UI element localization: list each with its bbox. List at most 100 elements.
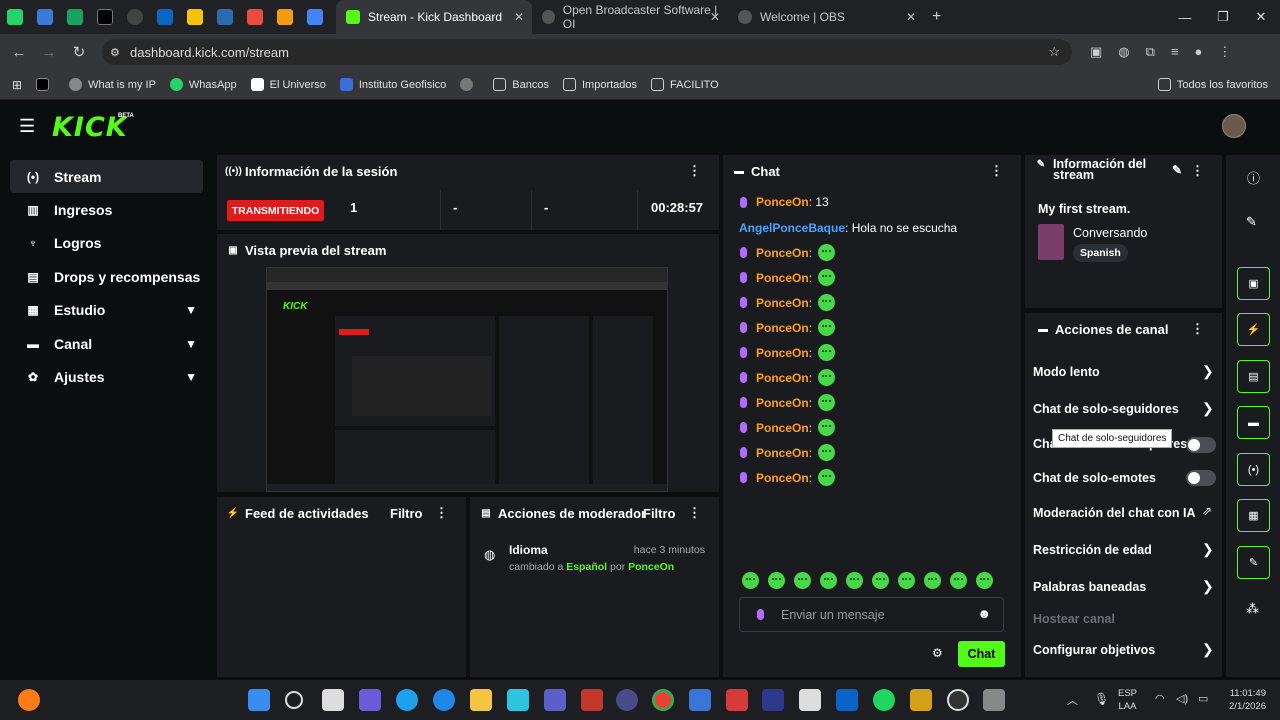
tab-kick-dashboard[interactable]: Stream - Kick Dashboard ✕ — [336, 0, 532, 34]
chat-username[interactable]: PonceOn — [756, 321, 809, 335]
edit-icon[interactable]: ✎ — [1246, 214, 1257, 230]
pinned-tab[interactable] — [60, 0, 90, 34]
taskbar-app-icon[interactable] — [910, 689, 932, 711]
chat-username[interactable]: AngelPonceBaque — [739, 221, 845, 235]
pinned-tab[interactable] — [30, 0, 60, 34]
sidebar-item-canal[interactable]: ▬ Canal ▼ — [10, 327, 203, 360]
emote-icon[interactable] — [924, 572, 941, 589]
action-banned-words[interactable]: Palabras baneadas — [1033, 580, 1146, 594]
pinned-tab[interactable] — [270, 0, 300, 34]
chat-message[interactable]: PonceOn: — [740, 469, 836, 486]
close-icon[interactable]: ✕ — [906, 10, 916, 24]
bookmark[interactable]: El Universo — [250, 78, 326, 91]
more-options-icon[interactable]: ⋮ — [1191, 163, 1204, 179]
sidebar-item-estudio[interactable]: ▦ Estudio ▼ — [10, 294, 203, 327]
sidebar-item-ajustes[interactable]: ✿ Ajustes ▼ — [10, 360, 203, 393]
close-icon[interactable]: ✕ — [710, 10, 720, 24]
chat-username[interactable]: PonceOn — [756, 396, 809, 410]
kick-logo[interactable]: KICK — [52, 112, 128, 143]
profile-avatar[interactable]: ● — [1195, 44, 1203, 60]
battery-icon[interactable]: ▭ — [1198, 692, 1208, 705]
emote-icon[interactable] — [898, 572, 915, 589]
chat-message[interactable]: PonceOn: — [740, 319, 836, 336]
sidebar-item-stream[interactable]: (•) Stream — [10, 160, 203, 194]
pinned-tab[interactable] — [240, 0, 270, 34]
anydesk-icon[interactable] — [726, 689, 748, 711]
chat-send-button[interactable]: Chat — [958, 641, 1005, 667]
chat-message[interactable]: PonceOn: — [740, 369, 836, 386]
globe-icon[interactable]: ◍ — [1118, 44, 1129, 60]
quick-action-chat[interactable]: ▬ — [1237, 406, 1270, 439]
pinned-tab[interactable] — [210, 0, 240, 34]
site-info-icon[interactable]: ⚙ — [110, 46, 120, 59]
maximize-icon[interactable]: ❐ — [1204, 0, 1242, 34]
stream-preview-video[interactable]: KICK — [266, 267, 668, 492]
user-avatar[interactable] — [1222, 114, 1246, 138]
pinned-tab[interactable] — [150, 0, 180, 34]
edit-icon[interactable]: ✎ — [1172, 163, 1182, 177]
teams-icon[interactable] — [544, 689, 566, 711]
menu-icon[interactable]: ⋮ — [1218, 44, 1231, 60]
taskbar-app-icon[interactable] — [799, 689, 821, 711]
copilot-icon[interactable] — [359, 689, 381, 711]
mic-icon[interactable]: 🎙 — [1094, 692, 1109, 706]
chat-username[interactable]: PonceOn — [756, 271, 809, 285]
bookmark[interactable]: WhasApp — [169, 78, 237, 91]
chat-input[interactable]: Enviar un mensaje ☻ — [739, 597, 1004, 632]
search-icon[interactable] — [285, 691, 303, 709]
chat-username[interactable]: PonceOn — [756, 421, 809, 435]
event-user[interactable]: PonceOn — [628, 561, 674, 573]
emote-icon[interactable] — [768, 572, 785, 589]
chat-message[interactable]: PonceOn: — [740, 269, 836, 286]
obs-icon[interactable] — [947, 689, 969, 711]
chevron-right-icon[interactable]: ❯ — [1202, 578, 1214, 595]
chevron-right-icon[interactable]: ❯ — [1202, 400, 1214, 417]
action-ai-moderation[interactable]: Moderación del chat con IA — [1033, 506, 1196, 520]
new-tab-icon[interactable]: + — [932, 8, 941, 26]
all-bookmarks[interactable]: Todos los favoritos — [1157, 78, 1268, 91]
emote-icon[interactable] — [846, 572, 863, 589]
pinned-tab[interactable] — [300, 0, 330, 34]
emote-icon[interactable] — [950, 572, 967, 589]
chat-message[interactable]: AngelPonceBaque: Hola no se escucha — [739, 221, 957, 235]
folder-bookmark[interactable]: Bancos — [493, 78, 549, 91]
external-link-icon[interactable]: ⇗ — [1202, 504, 1212, 518]
more-options-icon[interactable]: ⋮ — [435, 505, 448, 521]
extension-icon[interactable]: ▣ — [1090, 44, 1102, 60]
pinned-tab[interactable] — [90, 0, 120, 34]
media-icon[interactable]: ≡ — [1171, 44, 1179, 60]
start-icon[interactable] — [248, 689, 270, 711]
emote-icon[interactable] — [794, 572, 811, 589]
star-icon[interactable]: ☆ — [1048, 44, 1060, 60]
tab-welcome-obs[interactable]: Welcome | OBS ✕ — [728, 0, 924, 34]
sidebar-item-drops[interactable]: ▤ Drops y recompensas — [10, 260, 203, 293]
outlook-icon[interactable] — [836, 689, 858, 711]
input-language[interactable]: ESP LAA — [1118, 687, 1137, 713]
quick-action-broadcast[interactable]: (•) — [1237, 453, 1270, 486]
chevron-right-icon[interactable]: ❯ — [1202, 641, 1214, 658]
pinned-tab[interactable] — [120, 0, 150, 34]
chevron-right-icon[interactable]: ❯ — [1202, 541, 1214, 558]
info-icon[interactable]: ⓘ — [1247, 168, 1260, 187]
close-icon[interactable]: ✕ — [514, 10, 524, 24]
chat-username[interactable]: PonceOn — [756, 346, 809, 360]
pinned-tab[interactable] — [180, 0, 210, 34]
task-view-icon[interactable] — [322, 689, 344, 711]
emote-icon[interactable] — [820, 572, 837, 589]
file-explorer-icon[interactable] — [470, 689, 492, 711]
hamburger-menu-icon[interactable]: ☰ — [19, 116, 35, 137]
spotify-icon[interactable] — [873, 689, 895, 711]
bookmark[interactable]: What is my IP — [69, 78, 156, 91]
clock[interactable]: 11:01:49 2/1/2026 — [1214, 687, 1266, 713]
minimize-icon[interactable]: — — [1166, 0, 1204, 34]
chat-message[interactable]: PonceOn: — [740, 294, 836, 311]
settings-icon[interactable] — [983, 689, 1005, 711]
forward-icon[interactable]: → — [34, 44, 64, 61]
emotes-only-toggle[interactable] — [1186, 470, 1216, 486]
quick-action-raid[interactable]: ⚡ — [1237, 313, 1270, 346]
bookmark-x[interactable] — [36, 78, 55, 91]
action-followers-only[interactable]: Chat de solo-seguidores — [1033, 402, 1179, 416]
action-slow-mode[interactable]: Modo lento — [1033, 365, 1100, 379]
more-options-icon[interactable]: ⋮ — [990, 163, 1003, 179]
chat-message[interactable]: PonceOn: — [740, 419, 836, 436]
